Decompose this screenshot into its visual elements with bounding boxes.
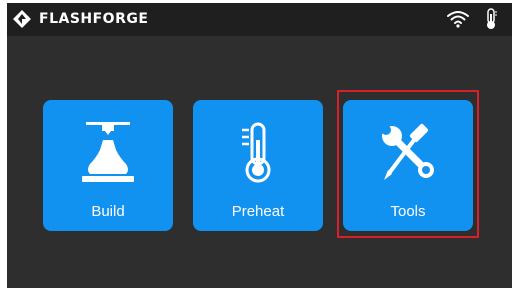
preheat-label: Preheat [231, 203, 285, 220]
tools-label: Tools [390, 203, 426, 220]
brand-name: FLASHFORGE [39, 11, 149, 27]
tools-tile[interactable]: Tools [343, 100, 473, 231]
build-tile[interactable]: Build [43, 100, 173, 231]
flashforge-logo-icon [13, 10, 31, 28]
printer-screen: FLASHFORGE Build Preheat Tools [7, 3, 512, 288]
wifi-icon [447, 11, 469, 28]
status-bar: FLASHFORGE [7, 3, 512, 36]
build-label: Build [91, 203, 125, 220]
thermometer-icon [487, 8, 497, 29]
printer-nozzle-icon [82, 122, 134, 182]
preheat-tile[interactable]: Preheat [193, 100, 323, 231]
thermometer-icon [242, 122, 271, 183]
wrench-screwdriver-icon [381, 123, 434, 180]
